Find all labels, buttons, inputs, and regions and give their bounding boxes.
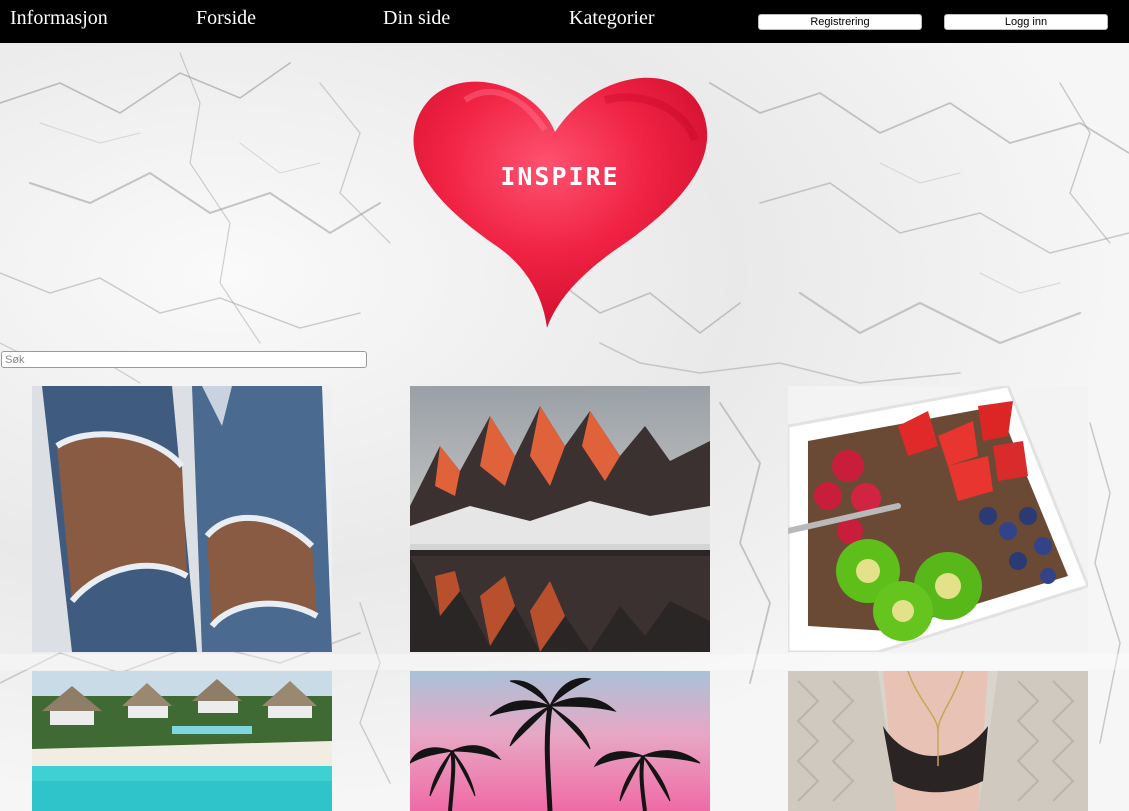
palm-sunset-photo	[410, 671, 710, 811]
mountain-lake-photo	[410, 386, 710, 652]
beach-resort-photo	[32, 671, 332, 811]
fruit-bowl-photo	[788, 386, 1088, 652]
inspire-heart-logo[interactable]: INSPIRE	[405, 60, 715, 330]
gallery-item-palm-sunset[interactable]	[410, 671, 710, 811]
heart-icon	[413, 77, 708, 329]
gallery-item-mountains[interactable]	[410, 386, 710, 652]
register-button[interactable]: Registrering	[758, 14, 922, 30]
login-button[interactable]: Logg inn	[944, 14, 1108, 30]
gallery-item-knit-cardigan[interactable]	[788, 671, 1088, 811]
search-input[interactable]	[1, 351, 367, 368]
ripped-jeans-photo	[32, 386, 332, 652]
nav-link-din-side[interactable]: Din side	[383, 7, 450, 30]
row-divider	[0, 654, 1129, 670]
heart-title: INSPIRE	[500, 162, 620, 191]
gallery-item-beach-resort[interactable]	[32, 671, 332, 811]
gallery-item-jeans[interactable]	[32, 386, 332, 652]
gallery-item-fruit-bowl[interactable]	[788, 386, 1088, 652]
nav-link-forside[interactable]: Forside	[196, 7, 256, 30]
knit-cardigan-photo	[788, 671, 1088, 811]
nav-link-informasjon[interactable]: Informasjon	[10, 7, 108, 30]
nav-link-kategorier[interactable]: Kategorier	[569, 7, 655, 30]
top-nav-bar: Informasjon Forside Din side Kategorier …	[0, 0, 1129, 43]
